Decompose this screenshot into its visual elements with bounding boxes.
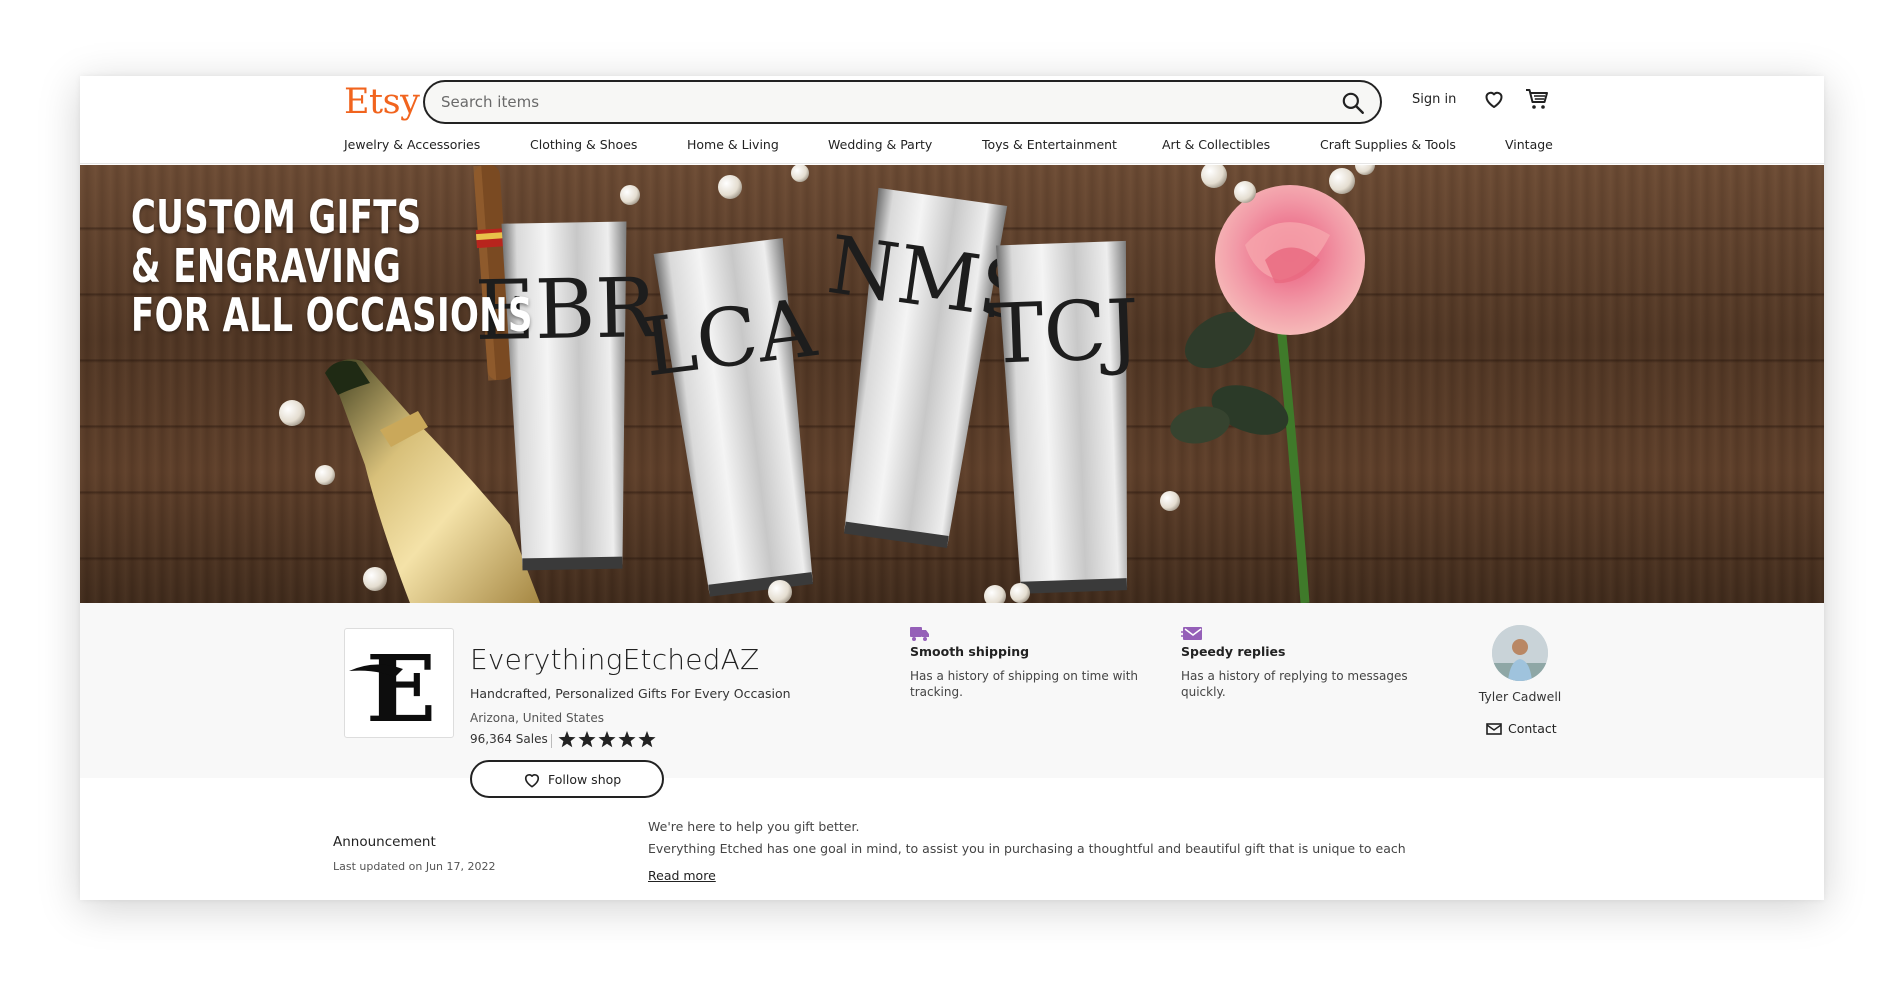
cart-icon[interactable] — [1524, 86, 1550, 112]
heart-icon[interactable] — [1482, 87, 1506, 111]
tumbler-4: TCJ — [987, 240, 1141, 594]
envelope-icon — [1486, 723, 1502, 735]
etsy-shop-page: Etsy Sign in Jewelry & Accessories Cloth… — [80, 76, 1824, 900]
sign-in-link[interactable]: Sign in — [1412, 92, 1456, 107]
rating-stars[interactable] — [557, 730, 657, 750]
feature-desc: Has a history of shipping on time with t… — [910, 669, 1139, 699]
shop-sales-count: 96,364 Sales — [470, 732, 548, 746]
star-icon — [578, 731, 596, 748]
follow-shop-label: Follow shop — [548, 772, 622, 787]
etsy-logo[interactable]: Etsy — [344, 82, 420, 122]
heart-icon — [524, 774, 540, 788]
category-nav: Jewelry & Accessories Clothing & Shoes H… — [344, 137, 1644, 157]
rose — [1170, 185, 1365, 603]
star-icon — [618, 731, 636, 748]
avatar-image — [1492, 625, 1548, 681]
owner-name[interactable]: Tyler Cadwell — [1460, 689, 1580, 704]
sales-divider — [551, 734, 552, 748]
truck-icon — [910, 627, 929, 641]
search-bar — [423, 80, 1382, 124]
owner-avatar[interactable] — [1492, 625, 1548, 681]
champagne-bottle — [325, 359, 540, 603]
contact-label: Contact — [1508, 721, 1557, 736]
shop-name: EverythingEtchedAZ — [470, 643, 760, 676]
tumbler-2: LCA — [638, 238, 822, 597]
feature-title: Smooth shipping — [910, 644, 1030, 659]
svg-text:TCJ: TCJ — [987, 283, 1141, 383]
shop-location: Arizona, United States — [470, 711, 604, 725]
nav-item-art[interactable]: Art & Collectibles — [1162, 137, 1270, 152]
shop-logo-mark: E — [349, 635, 436, 743]
shop-tagline: Handcrafted, Personalized Gifts For Ever… — [470, 686, 791, 701]
nav-item-clothing[interactable]: Clothing & Shoes — [530, 137, 637, 152]
banner-line-3: FOR ALL OCCASIONS — [131, 288, 533, 342]
nav-item-home[interactable]: Home & Living — [687, 137, 779, 152]
follow-shop-button[interactable]: Follow shop — [470, 760, 664, 798]
nav-item-vintage[interactable]: Vintage — [1505, 137, 1553, 152]
read-more-link[interactable]: Read more — [648, 868, 716, 883]
announcement-heading: Announcement — [333, 834, 436, 850]
banner-line-2: & ENGRAVING — [131, 239, 402, 293]
nav-item-craft[interactable]: Craft Supplies & Tools — [1320, 137, 1456, 152]
site-header: Etsy Sign in Jewelry & Accessories Cloth… — [80, 76, 1824, 164]
feature-desc: Has a history of replying to messages qu… — [1181, 669, 1408, 699]
shop-info: E EverythingEtchedAZ Handcrafted, Person… — [80, 603, 1824, 798]
shop-logo[interactable]: E — [344, 628, 454, 743]
message-icon — [1181, 627, 1202, 640]
search-icon[interactable] — [1340, 90, 1366, 116]
nav-item-jewelry[interactable]: Jewelry & Accessories — [344, 137, 480, 152]
feature-title: Speedy replies — [1181, 644, 1286, 659]
star-icon — [638, 731, 656, 748]
nav-item-toys[interactable]: Toys & Entertainment — [982, 137, 1117, 152]
banner-line-1: CUSTOM GIFTS — [131, 190, 422, 244]
nav-item-wedding[interactable]: Wedding & Party — [828, 137, 932, 152]
shop-banner: EBR LCA NMS TCJ CUSTOM GIFTS & ENGRAVING… — [80, 165, 1824, 603]
search-input[interactable] — [441, 82, 1301, 122]
star-icon — [558, 731, 576, 748]
star-icon — [598, 731, 616, 748]
svg-text:E: E — [366, 635, 436, 737]
banner-headline: CUSTOM GIFTS & ENGRAVING FOR ALL OCCASIO… — [131, 193, 533, 340]
